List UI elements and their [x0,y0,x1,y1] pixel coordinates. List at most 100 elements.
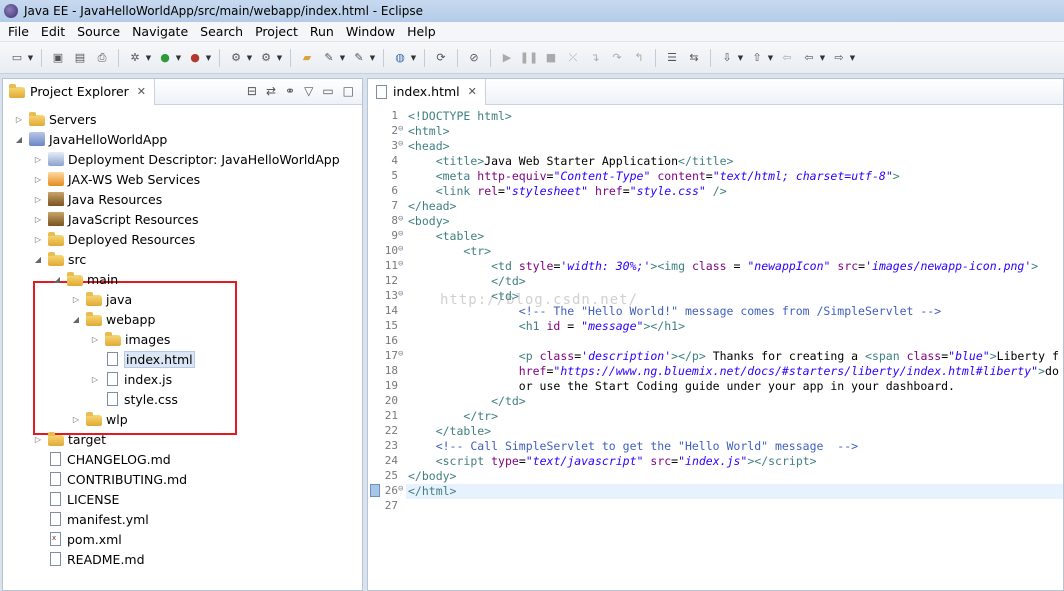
code-line[interactable]: 6 <link rel="stylesheet" href="style.css… [368,184,1063,199]
collapsed-twisty-icon[interactable]: ▷ [13,115,25,124]
tree-item[interactable]: ◢ main [51,269,118,289]
link-with-editor-icon[interactable]: ⇄ [266,84,276,98]
debug-icon[interactable]: ✲ [127,50,143,66]
new-dropdown-icon[interactable]: ▼ [27,50,34,66]
fold-toggle-icon[interactable]: ⊖ [398,259,406,269]
skip-breakpoints-icon[interactable]: ⊘ [466,50,482,66]
tree-item[interactable]: ◢ webapp [70,309,155,329]
menu-navigate[interactable]: Navigate [126,24,194,39]
collapsed-twisty-icon[interactable]: ▷ [89,335,101,344]
tree-item[interactable]: ▷ JAX-WS Web Services [32,169,200,189]
menu-search[interactable]: Search [194,24,249,39]
open-folder-icon[interactable]: ▰ [299,50,315,66]
external-tools-dropdown-icon[interactable]: ▼ [205,50,212,66]
code-line[interactable]: 13 ⊖ <td> [368,289,1063,304]
next-annotation-dropdown-icon[interactable]: ▼ [737,50,744,66]
fold-toggle-icon[interactable]: ⊖ [398,124,406,134]
fold-toggle-icon[interactable]: ⊖ [398,289,406,299]
tree-item[interactable]: ◢ JavaHelloWorldApp [13,129,167,149]
tree-item[interactable]: ▷ target [32,429,106,449]
code-line[interactable]: 25 </body> [368,469,1063,484]
collapsed-twisty-icon[interactable]: ▷ [70,415,82,424]
code-line[interactable]: 4 <title>Java Web Starter Application</t… [368,154,1063,169]
expanded-twisty-icon[interactable]: ◢ [32,255,44,264]
code-line[interactable]: 21 </tr> [368,409,1063,424]
new-server-dropdown-icon[interactable]: ▼ [246,50,253,66]
disconnect-icon[interactable]: ⤫ [565,50,581,66]
tab-index-html[interactable]: index.html ✕ [368,78,486,105]
tree-item[interactable]: README.md [32,549,145,569]
menu-run[interactable]: Run [304,24,340,39]
previous-annotation-icon[interactable]: ⇧ [749,50,765,66]
forward-icon[interactable]: ⇨ [831,50,847,66]
new-web-service-icon[interactable]: ⚙ [258,50,274,66]
code-line[interactable]: 5 <meta http-equiv="Content-Type" conten… [368,169,1063,184]
step-return-icon[interactable]: ↰ [631,50,647,66]
tree-item[interactable]: style.css [89,389,178,409]
close-icon[interactable]: ✕ [468,85,477,98]
new-icon[interactable]: ▭ [9,50,25,66]
code-line[interactable]: 20 </td> [368,394,1063,409]
run-icon[interactable]: ● [157,50,173,66]
forward-dropdown-icon[interactable]: ▼ [849,50,856,66]
collapsed-twisty-icon[interactable]: ▷ [32,175,44,184]
toggle-mark-icon[interactable]: ☰ [664,50,680,66]
tree-item[interactable]: LICENSE [32,489,119,509]
open-type-dropdown-icon[interactable]: ▼ [339,50,346,66]
tree-item[interactable]: CONTRIBUTING.md [32,469,187,489]
collapsed-twisty-icon[interactable]: ▷ [70,295,82,304]
menu-window[interactable]: Window [340,24,401,39]
code-line[interactable]: 9 ⊖ <table> [368,229,1063,244]
tree-item[interactable]: ▷ Java Resources [32,189,162,209]
code-line[interactable]: 8 ⊖ <body> [368,214,1063,229]
globe-icon[interactable]: ◍ [392,50,408,66]
code-line[interactable]: 17 ⊖ <p class='description'></p> Thanks f… [368,349,1063,364]
tree-item[interactable]: ▷ Servers [13,109,97,129]
fold-toggle-icon[interactable]: ⊖ [398,244,406,254]
code-line[interactable]: 3 ⊖ <head> [368,139,1063,154]
tree-item[interactable]: ▷ wlp [70,409,128,429]
new-server-icon[interactable]: ⚙ [228,50,244,66]
view-menu-chevron-down-icon[interactable]: ▽ [304,84,313,98]
collapsed-twisty-icon[interactable]: ▷ [89,375,101,384]
code-line[interactable]: 27 [368,499,1063,514]
code-line[interactable]: 10 ⊖ <tr> [368,244,1063,259]
code-line[interactable]: 16 [368,334,1063,349]
open-type-icon[interactable]: ✎ [321,50,337,66]
print-icon[interactable]: ⎙ [94,50,110,66]
collapsed-twisty-icon[interactable]: ▷ [32,195,44,204]
code-line[interactable]: 23 <!-- Call SimpleServlet to get the "H… [368,439,1063,454]
terminate-icon[interactable]: ■ [543,50,559,66]
word-wrap-icon[interactable]: ⇆ [686,50,702,66]
tree-item[interactable]: ▷ index.js [89,369,172,389]
tree-item[interactable]: ◢ src [32,249,86,269]
code-line[interactable]: 14 <!-- The "Hello World!" message comes… [368,304,1063,319]
tree-item[interactable]: ▷ images [89,329,170,349]
menu-file[interactable]: File [2,24,35,39]
last-edit-location-icon[interactable]: ⇦ [779,50,795,66]
code-line[interactable]: 11 ⊖ <td style='width: 30%;'><img class =… [368,259,1063,274]
code-line[interactable]: 19 or use the Start Coding guide under y… [368,379,1063,394]
tree-item[interactable]: manifest.yml [32,509,149,529]
close-icon[interactable]: ✕ [137,85,146,98]
debug-dropdown-icon[interactable]: ▼ [145,50,152,66]
tree-item[interactable]: ▷ java [70,289,132,309]
collapsed-twisty-icon[interactable]: ▷ [32,155,44,164]
select-working-set-icon[interactable]: ⚭ [285,84,295,98]
fold-toggle-icon[interactable]: ⊖ [398,349,406,359]
collapse-all-icon[interactable]: ⊟ [247,84,257,98]
code-line[interactable]: 1 <!DOCTYPE html> [368,109,1063,124]
maximize-icon[interactable]: □ [343,84,354,98]
code-editor[interactable]: http://blog.csdn.net/ 1 <!DOCTYPE html> 2 ⊖… [368,105,1063,591]
tree-item[interactable]: ▷ Deployed Resources [32,229,195,249]
back-icon[interactable]: ⇦ [801,50,817,66]
expanded-twisty-icon[interactable]: ◢ [70,315,82,324]
save-icon[interactable]: ▣ [50,50,66,66]
menu-help[interactable]: Help [401,24,442,39]
open-task-icon[interactable]: ✎ [351,50,367,66]
code-line[interactable]: 18 href="https://www.ng.bluemix.net/docs… [368,364,1063,379]
tree-item[interactable]: index.html [89,349,195,369]
refresh-icon[interactable]: ⟳ [433,50,449,66]
fold-toggle-icon[interactable]: ⊖ [398,229,406,239]
step-over-icon[interactable]: ↷ [609,50,625,66]
